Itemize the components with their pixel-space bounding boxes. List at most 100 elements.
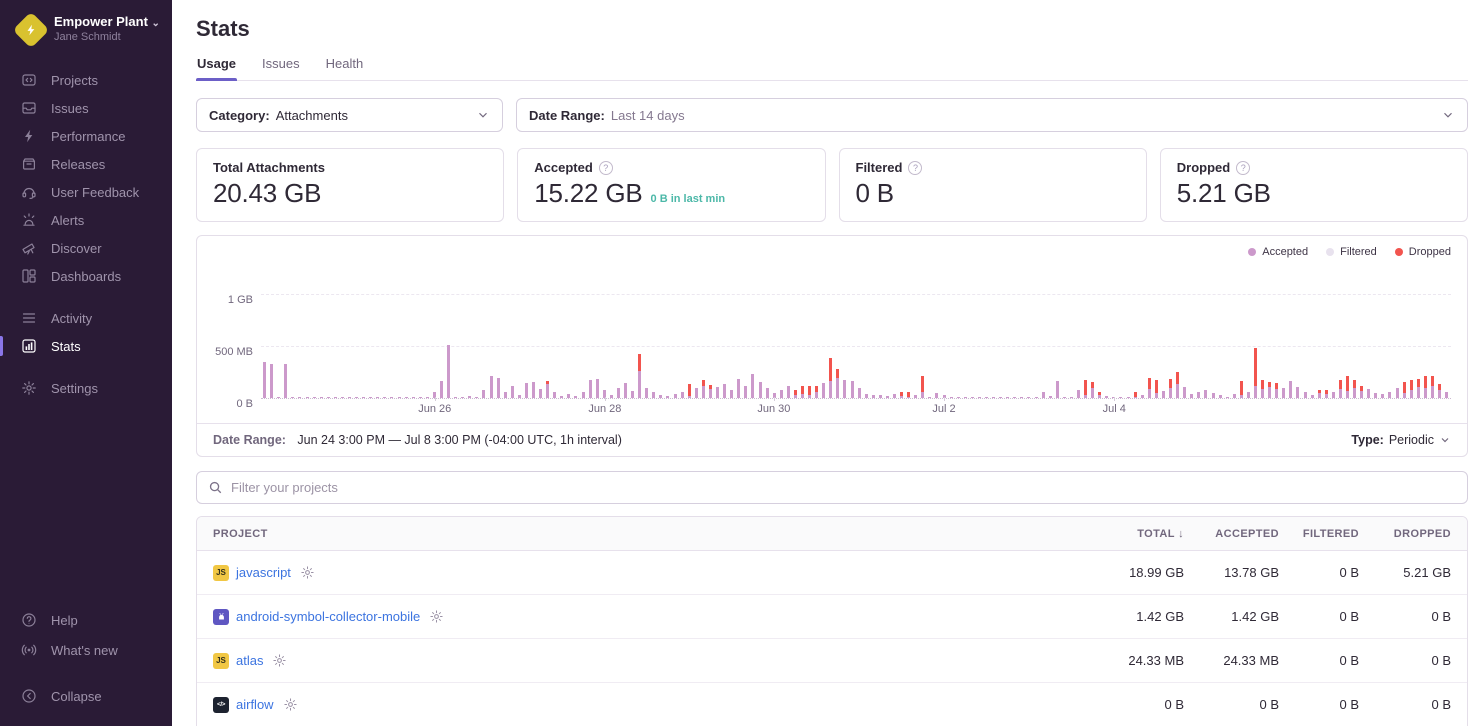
sidebar-item-releases[interactable]: Releases (0, 150, 172, 178)
chart-bar (799, 264, 806, 398)
chart-bar-stack (716, 387, 719, 398)
bar-segment-accepted (780, 390, 783, 398)
sidebar-item-what-s-new[interactable]: What's new (0, 636, 172, 664)
legend-item-filtered[interactable]: Filtered (1326, 246, 1377, 258)
bar-segment-accepted (1296, 387, 1299, 398)
projects-table-body: JSjavascript18.99 GB13.78 GB0 B5.21 GBan… (197, 551, 1467, 726)
category-value: Attachments (276, 108, 348, 123)
sidebar-item-dashboards[interactable]: Dashboards (0, 262, 172, 290)
bar-segment-accepted (666, 396, 669, 398)
sidebar-item-performance[interactable]: Performance (0, 122, 172, 150)
chart-bar-stack (376, 397, 379, 398)
chart-bar (764, 264, 771, 398)
bar-segment-accepted (801, 394, 804, 398)
bar-segment-accepted (518, 395, 521, 398)
tab-usage[interactable]: Usage (196, 56, 237, 80)
stat-card-value: 5.21 GB (1177, 178, 1271, 209)
project-link[interactable]: javascript (236, 565, 291, 580)
chart-bar (856, 264, 863, 398)
cell-total: 0 B (1074, 697, 1184, 712)
chart-bar (1280, 264, 1287, 398)
project-settings-gear-icon[interactable] (300, 565, 315, 580)
column-header-dropped[interactable]: DROPPED (1359, 528, 1451, 540)
bar-segment-accepted (900, 396, 903, 398)
tab-issues[interactable]: Issues (261, 56, 301, 80)
chart-type-select[interactable]: Type: Periodic (1351, 433, 1451, 447)
chart-bar (926, 264, 933, 398)
chart-bar-stack (1134, 392, 1137, 398)
chart-bar (749, 264, 756, 398)
bar-segment-accepted (1431, 386, 1434, 398)
column-header-project[interactable]: PROJECT (213, 528, 1074, 540)
legend-item-dropped[interactable]: Dropped (1395, 246, 1451, 258)
bar-segment-accepted (1070, 397, 1073, 398)
bar-segment-accepted (1438, 390, 1441, 398)
chart-bar (990, 264, 997, 398)
sidebar-item-discover[interactable]: Discover (0, 234, 172, 262)
project-settings-gear-icon[interactable] (283, 697, 298, 712)
settings-icon (21, 380, 37, 396)
project-settings-gear-icon[interactable] (272, 653, 287, 668)
help-icon[interactable]: ? (908, 161, 922, 175)
chart-bar (1429, 264, 1436, 398)
chart-bar (1153, 264, 1160, 398)
chart-bar (466, 264, 473, 398)
column-header-filtered[interactable]: FILTERED (1279, 528, 1359, 540)
chart-bar-stack (1353, 380, 1356, 398)
column-header-total[interactable]: TOTAL ↓ (1074, 528, 1184, 540)
org-switcher[interactable]: Empower Plant ⌄ Jane Schmidt (0, 14, 172, 58)
help-icon[interactable]: ? (599, 161, 613, 175)
chart-bar-stack (1381, 394, 1384, 398)
sidebar-item-activity[interactable]: Activity (0, 304, 172, 332)
chart-bar-stack (971, 397, 974, 398)
sidebar-item-issues[interactable]: Issues (0, 94, 172, 122)
y-axis-tick-label: 1 GB (228, 294, 253, 306)
stat-card-value: 15.22 GB (534, 178, 642, 209)
tab-health[interactable]: Health (325, 56, 365, 80)
chart-bar (1167, 264, 1174, 398)
column-header-accepted[interactable]: ACCEPTED (1184, 528, 1279, 540)
bar-segment-accepted (1282, 388, 1285, 398)
x-axis-tick-label: Jun 28 (588, 403, 621, 415)
chart-bar (438, 264, 445, 398)
issues-icon (21, 100, 37, 116)
sidebar-item-label: Help (51, 613, 78, 628)
project-settings-gear-icon[interactable] (429, 609, 444, 624)
project-link[interactable]: airflow (236, 697, 274, 712)
chart-bar (473, 264, 480, 398)
chart-bar (537, 264, 544, 398)
chart-bar-stack (355, 397, 358, 398)
date-range-select[interactable]: Date Range: Last 14 days (516, 98, 1468, 132)
sidebar-item-settings[interactable]: Settings (0, 374, 172, 402)
legend-label: Filtered (1340, 246, 1377, 258)
sidebar-item-alerts[interactable]: Alerts (0, 206, 172, 234)
chart-bar-stack (1388, 392, 1391, 398)
bar-segment-dropped (1346, 376, 1349, 391)
category-select[interactable]: Category: Attachments (196, 98, 503, 132)
bar-segment-accepted (1084, 395, 1087, 398)
chart-x-axis: Jun 26Jun 28Jun 30Jul 2Jul 4 (261, 399, 1451, 419)
chart-bar-stack (808, 386, 811, 398)
project-link[interactable]: android-symbol-collector-mobile (236, 609, 420, 624)
bar-segment-accepted (1091, 388, 1094, 398)
bar-segment-accepted (858, 388, 861, 398)
bar-segment-accepted (638, 371, 641, 398)
chart-bar-stack (843, 380, 846, 398)
chart-bar-stack (383, 397, 386, 398)
stat-card-label: Total Attachments (213, 160, 325, 175)
help-icon[interactable]: ? (1236, 161, 1250, 175)
bar-segment-accepted (497, 378, 500, 398)
bar-segment-accepted (1240, 395, 1243, 398)
chart-bar-stack (957, 397, 960, 398)
chart-bar-stack (596, 379, 599, 398)
legend-item-accepted[interactable]: Accepted (1248, 246, 1308, 258)
project-link[interactable]: atlas (236, 653, 263, 668)
bar-segment-dropped (836, 369, 839, 378)
sidebar-item-user-feedback[interactable]: User Feedback (0, 178, 172, 206)
project-search-input[interactable] (231, 480, 1456, 495)
sidebar-item-collapse[interactable]: Collapse (0, 682, 172, 710)
sidebar-item-stats[interactable]: Stats (0, 332, 172, 360)
bar-segment-dropped (1353, 380, 1356, 388)
sidebar-item-projects[interactable]: Projects (0, 66, 172, 94)
sidebar-item-help[interactable]: Help (0, 606, 172, 634)
